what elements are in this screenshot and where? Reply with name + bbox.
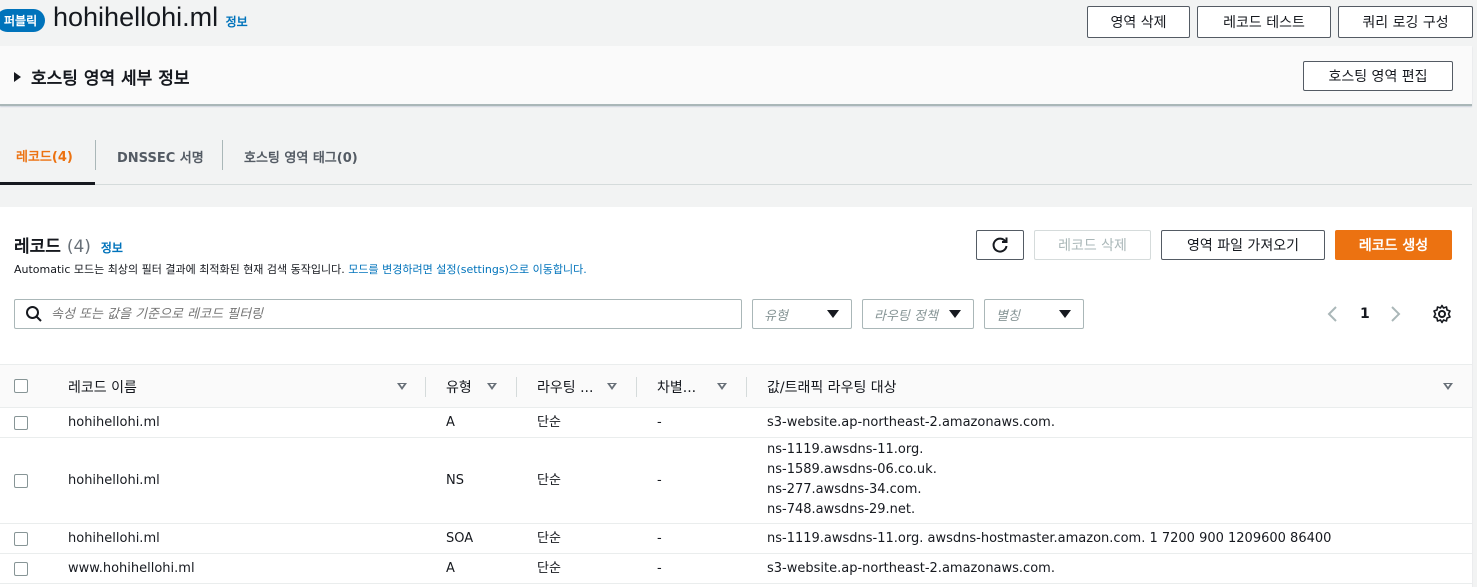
caret-down-icon: [827, 310, 839, 318]
records-panel: 레코드 (4) 정보 Automatic 모드는 최상의 필터 결과에 최적화된…: [0, 207, 1472, 587]
zone-name: hohihellohi.ml: [53, 2, 219, 32]
tab-divider: [95, 140, 96, 170]
record-name: hohihellohi.ml: [68, 473, 160, 488]
caret-down-icon: [1059, 310, 1071, 318]
gear-icon[interactable]: [1432, 304, 1452, 324]
create-record-button[interactable]: 레코드 생성: [1335, 230, 1452, 260]
column-header-differentiator[interactable]: 차별...: [657, 365, 696, 409]
routing-filter-select[interactable]: 라우팅 정책: [862, 299, 974, 329]
import-zone-file-button[interactable]: 영역 파일 가져오기: [1161, 230, 1325, 260]
public-badge: 퍼블릭: [0, 9, 46, 32]
column-header-type[interactable]: 유형: [446, 365, 472, 409]
column-divider[interactable]: [425, 377, 426, 397]
alias-filter-value: 별칭: [996, 308, 1020, 324]
row-checkbox[interactable]: [14, 416, 28, 430]
record-value: ns-1589.awsdns-06.co.uk.: [767, 462, 937, 477]
record-differentiator: -: [657, 531, 662, 546]
tab-bar: 레코드(4) DNSSEC 서명 호스팅 영역 태그(0): [0, 128, 1472, 185]
record-routing: 단순: [537, 415, 561, 430]
sort-icon[interactable]: [607, 383, 617, 390]
table-row[interactable]: hohihellohi.ml NS 단순 - ns-1119.awsdns-11…: [0, 438, 1472, 524]
record-name: hohihellohi.ml: [68, 531, 160, 546]
records-description: Automatic 모드는 최상의 필터 결과에 최적화된 현재 검색 동작입니…: [14, 261, 587, 277]
row-checkbox[interactable]: [14, 562, 28, 576]
settings-link[interactable]: 모드를 변경하려면 설정(settings)으로 이동합니다.: [348, 263, 586, 276]
table-row[interactable]: hohihellohi.ml SOA 단순 - ns-1119.awsdns-1…: [0, 524, 1472, 554]
column-header-name[interactable]: 레코드 이름: [68, 365, 137, 409]
record-value: ns-748.awsdns-29.net.: [767, 502, 916, 517]
sort-icon[interactable]: [1443, 383, 1453, 390]
records-heading: 레코드 (4) 정보: [14, 232, 123, 257]
table-header: 레코드 이름 유형 라우팅 ... 차별... 값/트래픽 라우팅 대상: [0, 364, 1472, 408]
refresh-button[interactable]: [976, 230, 1024, 260]
column-divider[interactable]: [516, 377, 517, 397]
tab-divider: [222, 140, 223, 170]
record-differentiator: -: [657, 561, 662, 576]
sort-icon[interactable]: [487, 383, 497, 390]
column-header-routing[interactable]: 라우팅 ...: [537, 365, 593, 409]
delete-zone-button[interactable]: 영역 삭제: [1087, 6, 1190, 38]
info-link[interactable]: 정보: [226, 15, 248, 29]
record-type: NS: [446, 473, 464, 488]
search-input[interactable]: [51, 306, 711, 322]
select-all-checkbox[interactable]: [14, 379, 28, 393]
query-logging-button[interactable]: 쿼리 로깅 구성: [1338, 6, 1473, 38]
record-value: ns-1119.awsdns-11.org. awsdns-hostmaster…: [767, 531, 1332, 546]
column-header-value[interactable]: 값/트래픽 라우팅 대상: [767, 365, 897, 409]
type-filter-select[interactable]: 유형: [752, 299, 852, 329]
records-info-link[interactable]: 정보: [101, 241, 123, 255]
hosted-zone-details-panel: 호스팅 영역 세부 정보 호스팅 영역 편집: [0, 46, 1472, 106]
records-count: (4): [66, 237, 91, 257]
record-routing: 단순: [537, 561, 561, 576]
type-filter-value: 유형: [764, 308, 788, 324]
routing-filter-value: 라우팅 정책: [874, 308, 938, 324]
edit-hosted-zone-button[interactable]: 호스팅 영역 편집: [1303, 61, 1453, 91]
page-title: hohihellohi.ml 정보: [53, 2, 248, 33]
table-row[interactable]: hohihellohi.ml A 단순 - s3-website.ap-nort…: [0, 408, 1472, 438]
search-icon: [26, 306, 42, 322]
alias-filter-select[interactable]: 별칭: [984, 299, 1084, 329]
record-value: s3-website.ap-northeast-2.amazonaws.com.: [767, 415, 1055, 430]
record-value: ns-1119.awsdns-11.org.: [767, 442, 924, 457]
record-type: SOA: [446, 531, 474, 546]
filter-search[interactable]: [14, 299, 742, 329]
record-differentiator: -: [657, 415, 662, 430]
column-divider[interactable]: [636, 377, 637, 397]
chevron-right-icon[interactable]: [1388, 305, 1402, 323]
sort-icon[interactable]: [717, 383, 727, 390]
table-row[interactable]: www.hohihellohi.ml A 단순 - s3-website.ap-…: [0, 554, 1472, 584]
page-number[interactable]: 1: [1360, 306, 1370, 322]
row-checkbox[interactable]: [14, 532, 28, 546]
record-type: A: [446, 415, 455, 430]
description-text: Automatic 모드는 최상의 필터 결과에 최적화된 현재 검색 동작입니…: [14, 263, 349, 276]
tab-records[interactable]: 레코드(4): [0, 128, 95, 185]
record-value: ns-277.awsdns-34.com.: [767, 482, 922, 497]
details-toggle[interactable]: 호스팅 영역 세부 정보: [14, 64, 190, 89]
record-name: hohihellohi.ml: [68, 415, 160, 430]
record-differentiator: -: [657, 473, 662, 488]
record-type: A: [446, 561, 455, 576]
caret-right-icon: [14, 71, 21, 82]
caret-down-icon: [949, 310, 961, 318]
chevron-left-icon[interactable]: [1326, 305, 1340, 323]
record-routing: 단순: [537, 531, 561, 546]
column-divider[interactable]: [746, 377, 747, 397]
tab-tags[interactable]: 호스팅 영역 태그(0): [244, 128, 358, 185]
delete-record-button[interactable]: 레코드 삭제: [1034, 230, 1151, 260]
tab-dnssec[interactable]: DNSSEC 서명: [117, 128, 204, 185]
records-title: 레코드: [14, 237, 61, 257]
sort-icon[interactable]: [397, 383, 407, 390]
details-title: 호스팅 영역 세부 정보: [31, 69, 190, 89]
pagination: 1: [1326, 299, 1402, 329]
record-routing: 단순: [537, 473, 561, 488]
page-header: 퍼블릭 hohihellohi.ml 정보 영역 삭제 레코드 테스트 쿼리 로…: [0, 0, 1477, 46]
record-name: www.hohihellohi.ml: [68, 561, 195, 576]
refresh-icon: [992, 237, 1008, 253]
record-value: s3-website.ap-northeast-2.amazonaws.com.: [767, 561, 1055, 576]
test-record-button[interactable]: 레코드 테스트: [1197, 6, 1331, 38]
row-checkbox[interactable]: [14, 474, 28, 488]
